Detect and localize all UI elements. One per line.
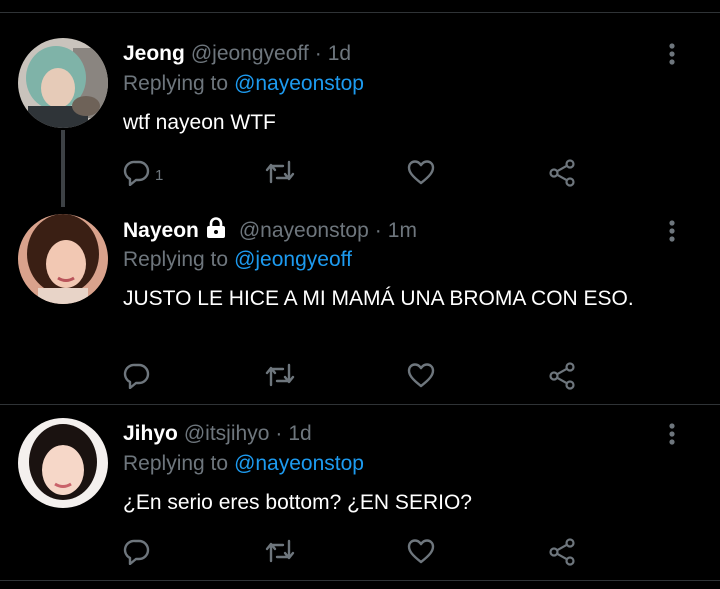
user-handle[interactable]: @itsjihyo xyxy=(184,422,270,446)
retweet-icon xyxy=(265,160,295,184)
reply-button[interactable] xyxy=(123,536,155,566)
heart-icon xyxy=(407,160,435,185)
share-icon xyxy=(549,362,575,390)
lock-icon xyxy=(205,217,227,245)
replying-to: Replying to @nayeonstop xyxy=(123,452,364,476)
share-icon xyxy=(549,159,575,187)
reply-icon xyxy=(123,539,150,565)
replying-to-label: Replying to xyxy=(123,248,229,271)
reply-button[interactable] xyxy=(123,360,155,390)
tweet-divider xyxy=(0,404,720,405)
avatar-jeong[interactable] xyxy=(18,38,108,128)
separator: · xyxy=(374,219,382,242)
timestamp[interactable]: 1d xyxy=(328,42,351,66)
like-button[interactable] xyxy=(406,536,436,566)
like-button[interactable] xyxy=(406,360,436,390)
retweet-icon xyxy=(265,539,295,563)
mention-link[interactable]: @nayeonstop xyxy=(234,72,364,95)
timestamp[interactable]: 1d xyxy=(288,422,311,446)
mention-link[interactable]: @nayeonstop xyxy=(234,452,364,475)
tweet-text: JUSTO LE HICE A MI MAMÁ UNA BROMA CON ES… xyxy=(123,287,634,310)
reply-icon xyxy=(123,363,150,389)
avatar-jihyo[interactable] xyxy=(18,418,108,508)
thread-line xyxy=(61,130,65,207)
retweet-button[interactable] xyxy=(263,360,297,390)
separator: · xyxy=(314,42,322,65)
share-button[interactable] xyxy=(547,157,577,187)
replying-to-label: Replying to xyxy=(123,452,229,475)
display-name[interactable]: Nayeon xyxy=(123,219,199,243)
heart-icon xyxy=(407,363,435,388)
share-button[interactable] xyxy=(547,536,577,566)
separator: · xyxy=(275,422,283,445)
avatar-nayeon[interactable] xyxy=(18,214,108,304)
user-handle[interactable]: @nayeonstop xyxy=(239,219,369,243)
replying-to-label: Replying to xyxy=(123,72,229,95)
tweet-header: Nayeon @nayeonstop · 1m xyxy=(123,217,417,245)
replying-to: Replying to @nayeonstop xyxy=(123,72,364,96)
timestamp[interactable]: 1m xyxy=(388,219,417,243)
display-name[interactable]: Jihyo xyxy=(123,422,178,446)
tweet-header: Jeong @jeongyeoff · 1d xyxy=(123,41,351,67)
more-vertical-icon[interactable] xyxy=(664,219,680,243)
top-divider xyxy=(0,12,720,13)
display-name[interactable]: Jeong xyxy=(123,42,185,66)
retweet-button[interactable] xyxy=(263,536,297,566)
action-bar xyxy=(123,360,593,390)
tweet-header: Jihyo @itsjihyo · 1d xyxy=(123,421,312,447)
more-vertical-icon[interactable] xyxy=(664,42,680,66)
reply-count: 1 xyxy=(155,166,164,184)
reply-button[interactable]: 1 xyxy=(123,157,163,187)
user-handle[interactable]: @jeongyeoff xyxy=(191,42,309,66)
like-button[interactable] xyxy=(406,157,436,187)
action-bar xyxy=(123,536,593,566)
retweet-button[interactable] xyxy=(263,157,297,187)
tweet-text: wtf nayeon WTF xyxy=(123,111,276,134)
heart-icon xyxy=(407,539,435,564)
retweet-icon xyxy=(265,363,295,387)
share-button[interactable] xyxy=(547,360,577,390)
action-bar: 1 xyxy=(123,157,593,187)
tweet-text: ¿En serio eres bottom? ¿EN SERIO? xyxy=(123,491,472,514)
share-icon xyxy=(549,538,575,566)
replying-to: Replying to @jeongyeoff xyxy=(123,248,352,272)
mention-link[interactable]: @jeongyeoff xyxy=(234,248,352,271)
tweet-divider xyxy=(0,580,720,581)
reply-icon xyxy=(123,160,150,186)
more-vertical-icon[interactable] xyxy=(664,422,680,446)
